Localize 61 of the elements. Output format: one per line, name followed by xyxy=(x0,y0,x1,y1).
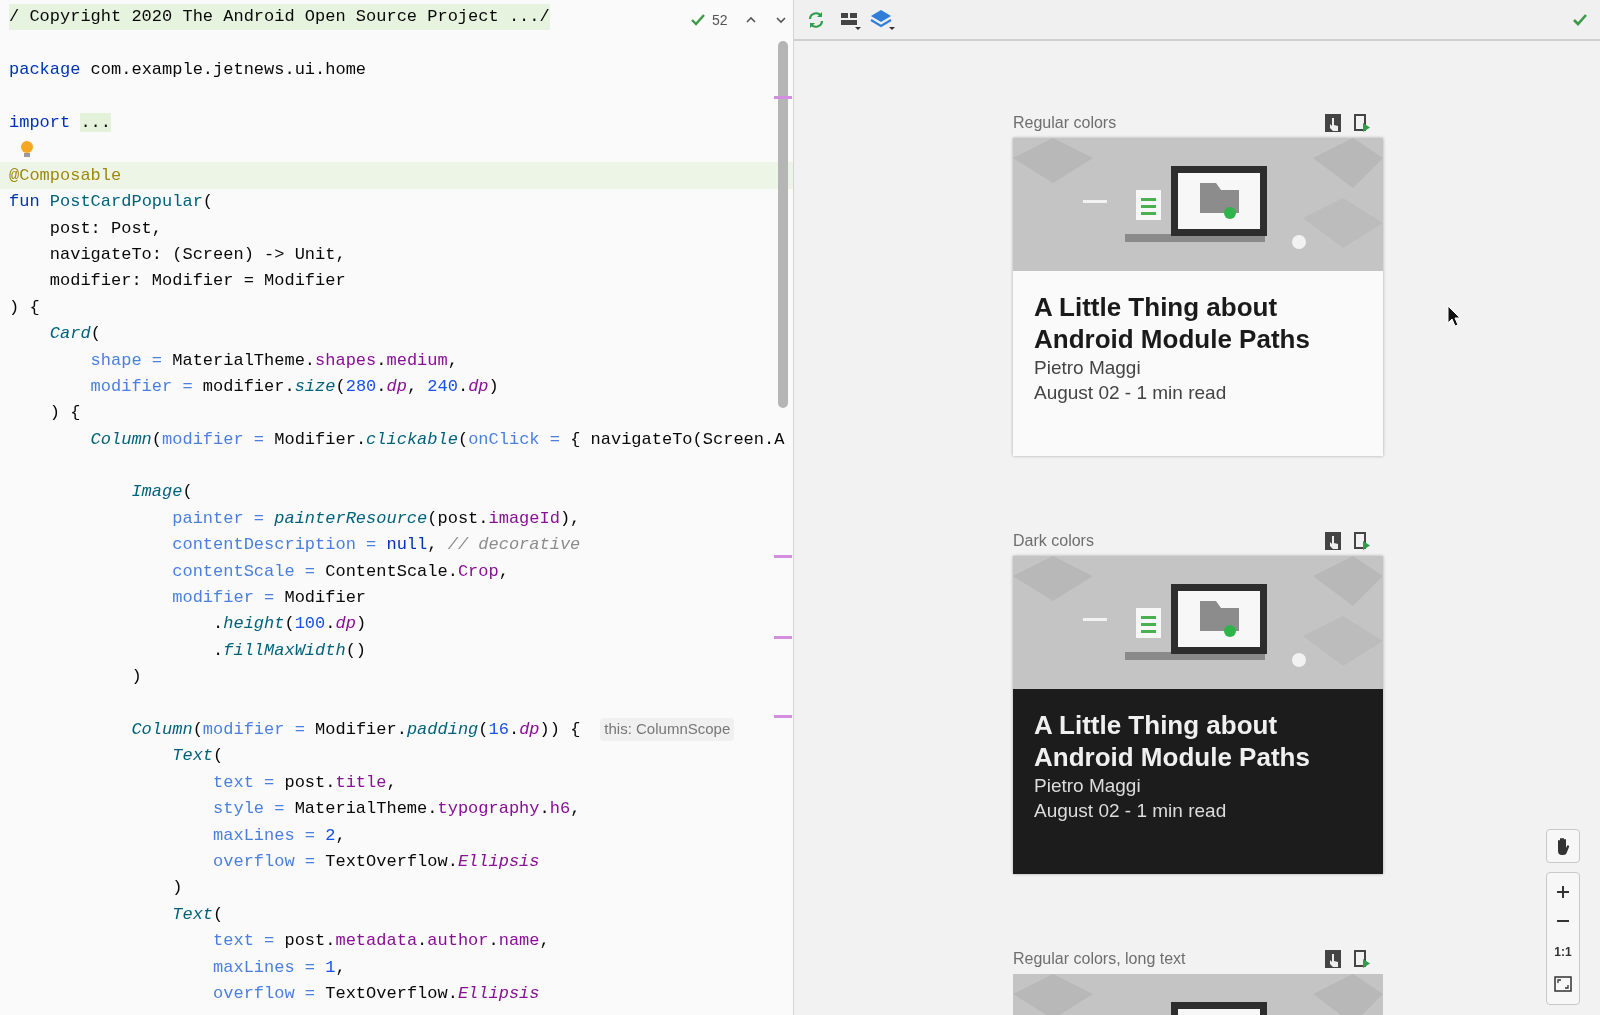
post-author: Pietro Maggi xyxy=(1034,356,1142,380)
preview-label: Regular colors xyxy=(1013,113,1118,133)
code-line: package com.example.jetnews.ui.home xyxy=(9,59,367,82)
post-date: August 02 - 1 min read xyxy=(1034,381,1228,405)
code-line: overflow = TextOverflow.Ellipsis xyxy=(212,982,540,1005)
code-line: maxLines = 1, xyxy=(212,956,346,979)
code-line: Text( xyxy=(171,903,224,926)
code-line: contentDescription = null, // decorative xyxy=(171,534,581,557)
post-date: August 02 - 1 min read xyxy=(1034,799,1228,823)
code-line: overflow = TextOverflow.Ellipsis xyxy=(212,850,540,873)
lightbulb-icon[interactable] xyxy=(20,140,34,159)
preview-label: Dark colors xyxy=(1013,531,1095,551)
code-line: painter = painterResource(post.imageId), xyxy=(171,507,581,530)
code-line: @Composable xyxy=(9,164,122,187)
post-author: Pietro Maggi xyxy=(1034,774,1142,798)
refresh-icon[interactable] xyxy=(806,9,826,30)
code-line: text = post.metadata.author.name, xyxy=(212,930,550,953)
code-line: fun PostCardPopular( xyxy=(9,191,214,214)
code-line: modifier = Modifier xyxy=(171,587,367,610)
code-line: Text( xyxy=(171,745,224,768)
interactive-mode-icon[interactable] xyxy=(1325,532,1341,550)
code-line: ) { xyxy=(48,402,81,425)
code-line: Image( xyxy=(130,481,193,504)
code-line: post: Post, xyxy=(48,217,163,240)
code-editor[interactable] xyxy=(0,0,794,1015)
code-line: style = MaterialTheme.typography.h6, xyxy=(212,798,581,821)
code-line: .fillMaxWidth() xyxy=(212,639,367,662)
layers-icon[interactable] xyxy=(870,8,896,31)
post-title: A Little Thing about Android Module Paths xyxy=(1034,709,1311,773)
post-title: A Little Thing about Android Module Paths xyxy=(1034,291,1311,355)
preview-label: Regular colors, long text xyxy=(1013,949,1187,969)
check-icon xyxy=(690,12,706,28)
code-line: .height(100.dp) xyxy=(212,613,367,636)
deploy-to-device-icon[interactable] xyxy=(1353,532,1371,550)
code-line: ) xyxy=(130,666,142,689)
code-line: navigateTo: (Screen) -> Unit, xyxy=(48,243,346,266)
code-line: ) xyxy=(171,877,183,900)
code-line: Column(modifier = Modifier.clickable(onClick = { navigateTo(Screen.A xyxy=(89,428,785,451)
interactive-mode-icon[interactable] xyxy=(1325,114,1341,132)
code-line: modifier = modifier.size(280.dp, 240.dp) xyxy=(89,375,499,398)
scrollbar-thumb[interactable] xyxy=(778,41,788,408)
code-line: ) { xyxy=(9,296,40,319)
code-line: text = post.title, xyxy=(212,771,397,794)
code-line: contentScale = ContentScale.Crop, xyxy=(171,560,509,583)
interactive-mode-icon[interactable] xyxy=(1325,950,1341,968)
code-line: modifier: Modifier = Modifier xyxy=(48,270,346,293)
code-line: import ... xyxy=(9,112,112,134)
folded-comment: / Copyright 2020 The Android Open Source Project .../ xyxy=(9,4,550,30)
zoom-in-icon[interactable] xyxy=(1556,884,1570,899)
deploy-to-device-icon[interactable] xyxy=(1353,950,1371,968)
code-line: shape = MaterialTheme.shapes.medium, xyxy=(89,349,458,372)
pan-button[interactable] xyxy=(1546,829,1580,863)
inspection-count: 52 xyxy=(712,10,728,30)
code-line: maxLines = 2, xyxy=(212,824,346,847)
deploy-to-device-icon[interactable] xyxy=(1353,114,1371,132)
code-line: Card( xyxy=(48,323,101,346)
actual-size-button[interactable]: 1:1 xyxy=(1554,943,1572,962)
code-line: Column(modifier = Modifier.padding(16.dp)) { xyxy=(130,719,581,741)
cursor-icon xyxy=(1447,305,1461,327)
fit-screen-icon[interactable] xyxy=(1554,976,1572,993)
inlay-hint: this: ColumnScope xyxy=(600,718,735,741)
